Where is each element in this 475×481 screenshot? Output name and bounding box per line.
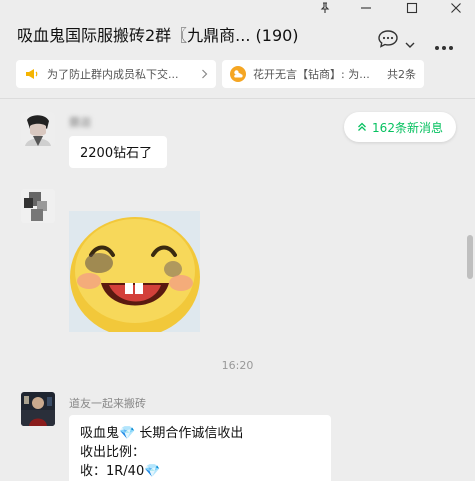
timestamp: 16:20 xyxy=(221,359,254,372)
sender-name[interactable]: 爨迦 xyxy=(69,114,91,130)
pinned-messages-bar: 为了防止群内成员私下交... 花开无言【钻商】: 为... 共2条 xyxy=(0,52,475,99)
avatar[interactable] xyxy=(21,112,55,146)
message-line: 收：1R/40💎 xyxy=(80,464,161,479)
chat-bubble-icon[interactable] xyxy=(377,29,399,53)
pinned-announcement[interactable]: 为了防止群内成员私下交... xyxy=(16,60,216,88)
avatar[interactable] xyxy=(21,392,55,426)
new-messages-button[interactable]: 162条新消息 xyxy=(344,112,456,142)
sender-name[interactable]: 道友一起来搬砖 xyxy=(69,395,146,411)
message-bubble[interactable]: 2200钻石了 xyxy=(69,136,167,168)
weather-icon xyxy=(230,66,246,82)
double-chevron-up-icon xyxy=(357,122,367,132)
message-line: 收出比例： xyxy=(80,445,146,460)
chat-messages[interactable]: 爨迦 2200钻石了 16:20 道友一起来搬砖 吸血鬼💎 长期合作诚信收出 收… xyxy=(0,99,475,481)
megaphone-icon xyxy=(24,66,40,82)
laughing-emoji-sticker[interactable] xyxy=(69,211,200,332)
message-bubble[interactable]: 吸血鬼💎 长期合作诚信收出 收出比例： 收：1R/40💎 xyxy=(69,415,331,481)
chat-header: 吸血鬼国际服搬砖2群〖九鼎商... (190) xyxy=(0,14,475,52)
pinned-message[interactable]: 花开无言【钻商】: 为... 共2条 xyxy=(222,60,424,88)
pinned-count: 共2条 xyxy=(387,68,416,81)
chevron-right-icon xyxy=(201,69,208,79)
chevron-down-icon[interactable] xyxy=(405,34,415,53)
message-line: 吸血鬼💎 长期合作诚信收出 xyxy=(80,426,244,441)
avatar[interactable] xyxy=(21,189,55,223)
scrollbar-thumb[interactable] xyxy=(467,235,473,279)
chat-title[interactable]: 吸血鬼国际服搬砖2群〖九鼎商... (190) xyxy=(17,22,299,46)
